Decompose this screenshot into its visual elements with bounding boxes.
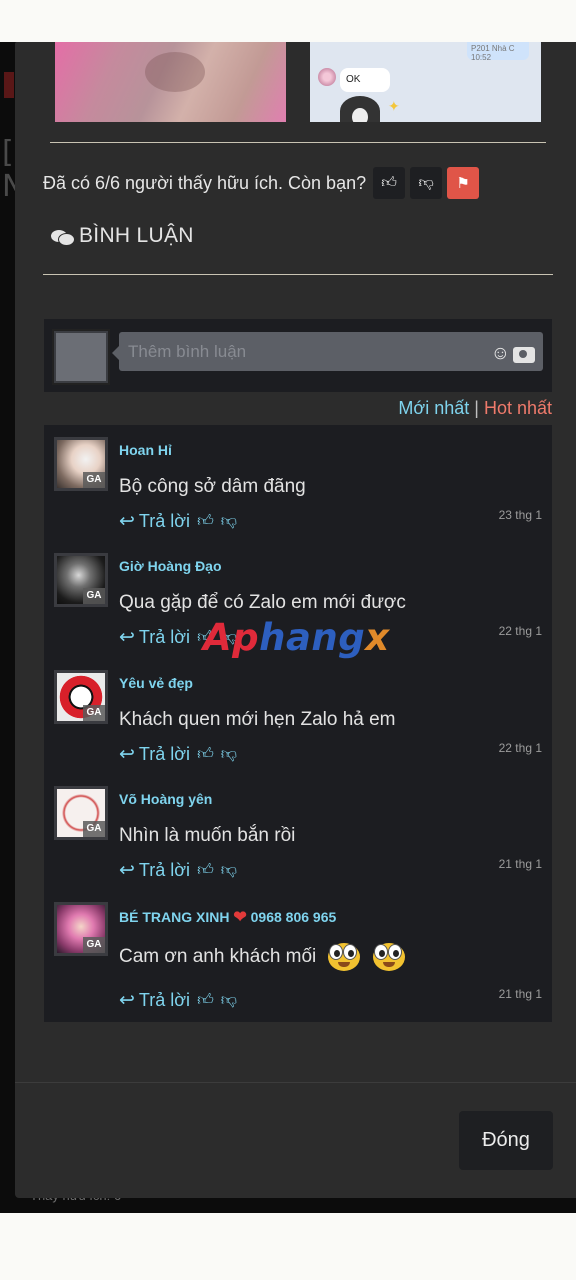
status-badge: GA: [83, 705, 105, 721]
bottom-area: [0, 1213, 576, 1280]
close-button[interactable]: Đóng: [459, 1111, 553, 1170]
thumbs-down-icon[interactable]: 👎︎: [221, 991, 237, 1010]
emoji-icon[interactable]: ☺: [491, 344, 510, 364]
helpful-text: Đã có 6/6 người thấy hữu ích. Còn bạn?: [43, 172, 367, 193]
status-badge: GA: [83, 472, 105, 488]
comment-date: 21 thg 1: [498, 857, 542, 871]
commenter-name[interactable]: Hoan Hỉ: [119, 442, 172, 458]
heart-icon: ❤: [233, 909, 247, 926]
comment-actions: ↩ Trả lời 👍︎ 👎︎: [119, 989, 237, 1012]
comment-date: 22 thg 1: [498, 741, 542, 755]
sort-separator: |: [474, 398, 479, 418]
divider: [50, 142, 546, 143]
reply-icon[interactable]: ↩: [119, 859, 135, 882]
comment-actions: ↩ Trả lời 👍︎ 👎︎: [119, 859, 237, 882]
thumbs-up-icon[interactable]: 👍︎: [197, 512, 214, 531]
sparkle-icon: ✦: [388, 98, 400, 114]
dizzy-face-emoji-icon: [371, 940, 407, 974]
cat-sticker: [340, 96, 380, 122]
reply-link[interactable]: Trả lời: [139, 744, 190, 765]
review-photo-2[interactable]: P201 Nhà C 10:52 OK ✦: [310, 42, 541, 122]
helpful-row: Đã có 6/6 người thấy hữu ích. Còn bạn? 👍…: [43, 166, 480, 200]
list-item: GA Võ Hoàng yên Nhìn là muốn bắn rồi ↩ T…: [44, 774, 552, 884]
backdrop-accent: [4, 72, 14, 98]
reply-icon[interactable]: ↩: [119, 626, 135, 649]
commenter-name[interactable]: Yêu vẻ đẹp: [119, 675, 193, 691]
commenter-name-text: BÉ TRANG XINH: [119, 909, 230, 925]
comment-text: Cam ơn anh khách mối: [119, 946, 317, 968]
thumbs-down-icon[interactable]: 👎︎: [221, 745, 237, 764]
thumbs-up-icon[interactable]: 👍︎: [197, 991, 214, 1010]
sort-newest-link[interactable]: Mới nhất: [398, 398, 469, 418]
avatar[interactable]: GA: [54, 786, 108, 840]
comment-date: 22 thg 1: [498, 624, 542, 638]
dizzy-face-emoji-icon: [326, 940, 362, 974]
avatar[interactable]: GA: [54, 437, 108, 491]
watermark-logo: Aphangx: [203, 616, 390, 659]
status-badge: GA: [83, 937, 105, 953]
comment-actions: ↩ Trả lời 👍︎ 👎︎: [119, 743, 237, 766]
comment-text: Bộ công sở dâm đãng: [119, 476, 306, 497]
comment-text: Nhìn là muốn bắn rồi: [119, 825, 296, 846]
reply-icon[interactable]: ↩: [119, 989, 135, 1012]
commenter-name[interactable]: Võ Hoàng yên: [119, 791, 212, 807]
reply-icon[interactable]: ↩: [119, 510, 135, 533]
avatar[interactable]: GA: [54, 553, 108, 607]
review-photo-1[interactable]: [55, 42, 286, 122]
list-item: GA BÉ TRANG XINH ❤ 0968 806 965 Cam ơn a…: [44, 890, 552, 1022]
status-badge: GA: [83, 821, 105, 837]
commenter-name[interactable]: BÉ TRANG XINH ❤ 0968 806 965: [119, 907, 336, 927]
thumbs-down-button[interactable]: 👎︎: [410, 167, 443, 199]
comment-list: GA Hoan Hỉ Bộ công sở dâm đãng ↩ Trả lời…: [44, 425, 552, 1022]
comment-text: Khách quen mới hẹn Zalo hả em: [119, 709, 396, 730]
thumbs-up-icon[interactable]: 👍︎: [197, 861, 214, 880]
comment-text: Qua gặp để có Zalo em mới được: [119, 592, 406, 613]
comments-icon: [51, 228, 75, 246]
comments-heading: BÌNH LUẬN: [51, 224, 194, 248]
comment-placeholder: Thêm bình luận: [128, 342, 247, 361]
camera-icon[interactable]: [513, 347, 535, 363]
divider: [43, 274, 553, 275]
avatar[interactable]: GA: [54, 902, 108, 956]
comment-text-row: Cam ơn anh khách mối: [119, 940, 407, 974]
divider: [15, 1082, 576, 1083]
list-item: GA Yêu vẻ đẹp Khách quen mới hẹn Zalo hả…: [44, 658, 552, 768]
comments-title: BÌNH LUẬN: [79, 224, 194, 247]
reply-link[interactable]: Trả lời: [139, 860, 190, 881]
commenter-name[interactable]: Giờ Hoàng Đạo: [119, 558, 222, 574]
chat-bubble-right: P201 Nhà C 10:52: [467, 42, 529, 62]
comment-composer: Thêm bình luận ☺: [44, 319, 552, 392]
status-badge: GA: [83, 588, 105, 604]
comment-date: 23 thg 1: [498, 508, 542, 522]
avatar[interactable]: GA: [54, 670, 108, 724]
flag-icon: ⚑: [456, 175, 470, 192]
comment-input[interactable]: Thêm bình luận ☺: [112, 332, 543, 371]
commenter-phone: 0968 806 965: [250, 909, 337, 925]
reply-link[interactable]: Trả lời: [139, 511, 190, 532]
thumbs-up-button[interactable]: 👍︎: [373, 167, 406, 199]
comment-date: 21 thg 1: [498, 987, 542, 1001]
reply-link[interactable]: Trả lời: [139, 990, 190, 1011]
comment-actions: ↩ Trả lời 👍︎ 👎︎: [119, 510, 237, 533]
chat-bubble-left: OK: [340, 68, 390, 92]
review-photos: P201 Nhà C 10:52 OK ✦: [55, 42, 541, 122]
thumbs-up-icon[interactable]: 👍︎: [197, 745, 214, 764]
comment-sort: Mới nhất | Hot nhất: [398, 398, 552, 419]
thumbs-down-icon: 👎︎: [418, 174, 434, 191]
list-item: GA Hoan Hỉ Bộ công sở dâm đãng ↩ Trả lời…: [44, 425, 552, 535]
reply-icon[interactable]: ↩: [119, 743, 135, 766]
thumbs-up-icon: 👍︎: [381, 174, 397, 191]
chat-avatar: [318, 68, 336, 86]
reply-link[interactable]: Trả lời: [139, 627, 190, 648]
status-area: [0, 0, 576, 42]
report-flag-button[interactable]: ⚑: [447, 167, 480, 199]
thumbs-down-icon[interactable]: 👎︎: [221, 861, 237, 880]
sort-hot-link[interactable]: Hot nhất: [484, 398, 552, 418]
composer-tools: ☺: [491, 344, 535, 364]
thumbs-down-icon[interactable]: 👎︎: [221, 512, 237, 531]
avatar: [52, 329, 110, 385]
